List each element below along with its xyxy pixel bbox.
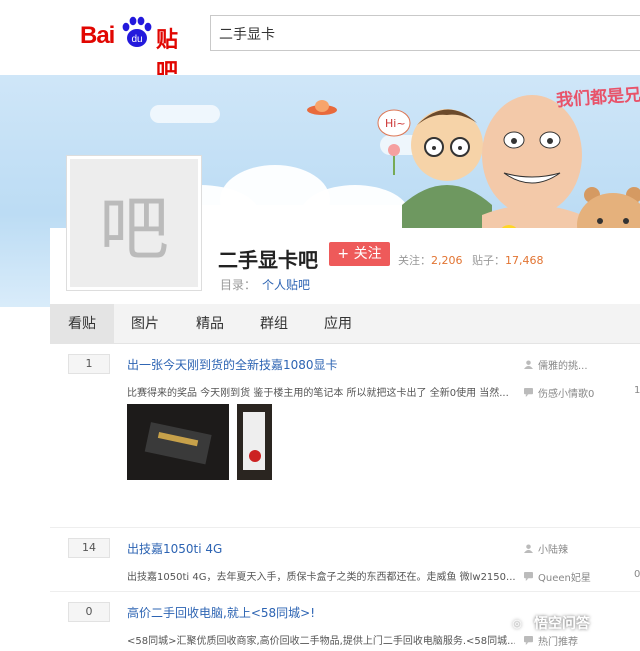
thread-list: 1 出一张今天刚到货的全新技嘉1080显卡 比赛得来的奖品 今天刚到货 鉴于楼主… [50,344,640,651]
thread-last-reply[interactable]: 伤感小情歌0 [524,385,594,400]
catalog: 目录： 个人贴吧 [220,276,310,293]
graphics-card-photo [127,404,229,480]
paw-icon: du [122,16,152,47]
reply-count: 0 [68,602,110,622]
thread-author[interactable]: 小陆辣 [524,541,568,556]
top-bar: Bai du 贴吧 二手显卡 [0,0,640,85]
forum-avatar-char: 吧 [70,159,198,287]
comment-icon [524,572,533,581]
thread-extra-count: 1 [634,385,640,396]
thread-abstract: <58同城>汇聚优质回收商家,高价回收二手物品,提供上门二手回收电脑服务.<58… [127,636,515,647]
thread-last-reply[interactable]: Queen妃星 [524,569,591,584]
comment-icon [524,388,533,397]
watermark-icon: ◎ [506,612,528,634]
posts-count: 17,468 [505,254,544,267]
ufo-icon [307,100,337,115]
thread-title[interactable]: 出一张今天刚到货的全新技嘉1080显卡 [127,356,338,373]
forum-tabs: 看贴 图片 精品 群组 应用 [50,304,640,344]
posts-label: 贴子： [472,254,505,267]
catalog-link[interactable]: 个人贴吧 [262,278,310,292]
author-name: 小陆辣 [538,545,568,556]
comment-icon [524,636,533,645]
thread-extra-count: 0 [634,569,640,580]
logo-bai-text: Bai [80,22,115,49]
author-name: 儒雅的挑... [538,361,588,372]
thread-last-reply[interactable]: 热门推荐 [524,633,578,648]
tab-featured[interactable]: 精品 [178,304,242,344]
thread-author[interactable]: 儒雅的挑... [524,357,588,372]
catalog-label: 目录： [220,278,257,292]
search-value: 二手显卡 [219,27,275,43]
reply-count: 1 [68,354,110,374]
follow-button[interactable]: + 关注 [329,242,390,266]
thread-item: 14 出技嘉1050ti 4G 出技嘉1050ti 4G，去年夏天入手，质保卡盒… [50,528,640,592]
watermark-text: 悟空问答 [534,616,590,632]
last-reply-name: 热门推荐 [538,637,578,648]
reply-count: 14 [68,538,110,558]
thread-thumbnail[interactable] [127,404,229,480]
thread-item: 1 出一张今天刚到货的全新技嘉1080显卡 比赛得来的奖品 今天刚到货 鉴于楼主… [50,344,640,528]
followers-label: 关注： [398,254,431,267]
tab-pictures[interactable]: 图片 [113,304,177,344]
forum-avatar[interactable]: 吧 [66,155,202,291]
followers-stat: 关注：2,206 [398,252,463,268]
tab-groups[interactable]: 群组 [242,304,306,344]
watermark: ◎ 悟空问答 [506,612,590,634]
thread-abstract: 比赛得来的奖品 今天刚到货 鉴于楼主用的笔记本 所以就把这卡出了 全新0使用 当… [127,388,509,399]
user-icon [524,544,533,553]
thread-thumbnail[interactable] [237,404,272,480]
graphics-card-box-photo [237,404,272,480]
cloud-decoration [150,105,220,123]
hi-bubble-text: Hi~ [385,117,406,130]
tab-apps[interactable]: 应用 [306,304,370,344]
logo-du-text: du [131,34,142,45]
followers-count: 2,206 [431,254,463,267]
thread-title[interactable]: 高价二手回收电脑,就上<58同城>! [127,604,315,621]
tab-posts[interactable]: 看贴 [50,304,114,344]
baidu-tieba-logo[interactable]: Bai du 贴吧 [80,8,198,85]
posts-stat: 贴子：17,468 [472,252,544,268]
thread-abstract: 出技嘉1050ti 4G，去年夏天入手，质保卡盒子之类的东西都还在。走威鱼 微l… [127,572,515,583]
search-input[interactable]: 二手显卡 [210,15,640,51]
thread-title[interactable]: 出技嘉1050ti 4G [127,540,222,557]
last-reply-name: Queen妃星 [538,573,591,584]
user-icon [524,360,533,369]
forum-name[interactable]: 二手显卡吧 [218,244,318,273]
last-reply-name: 伤感小情歌0 [538,389,595,400]
